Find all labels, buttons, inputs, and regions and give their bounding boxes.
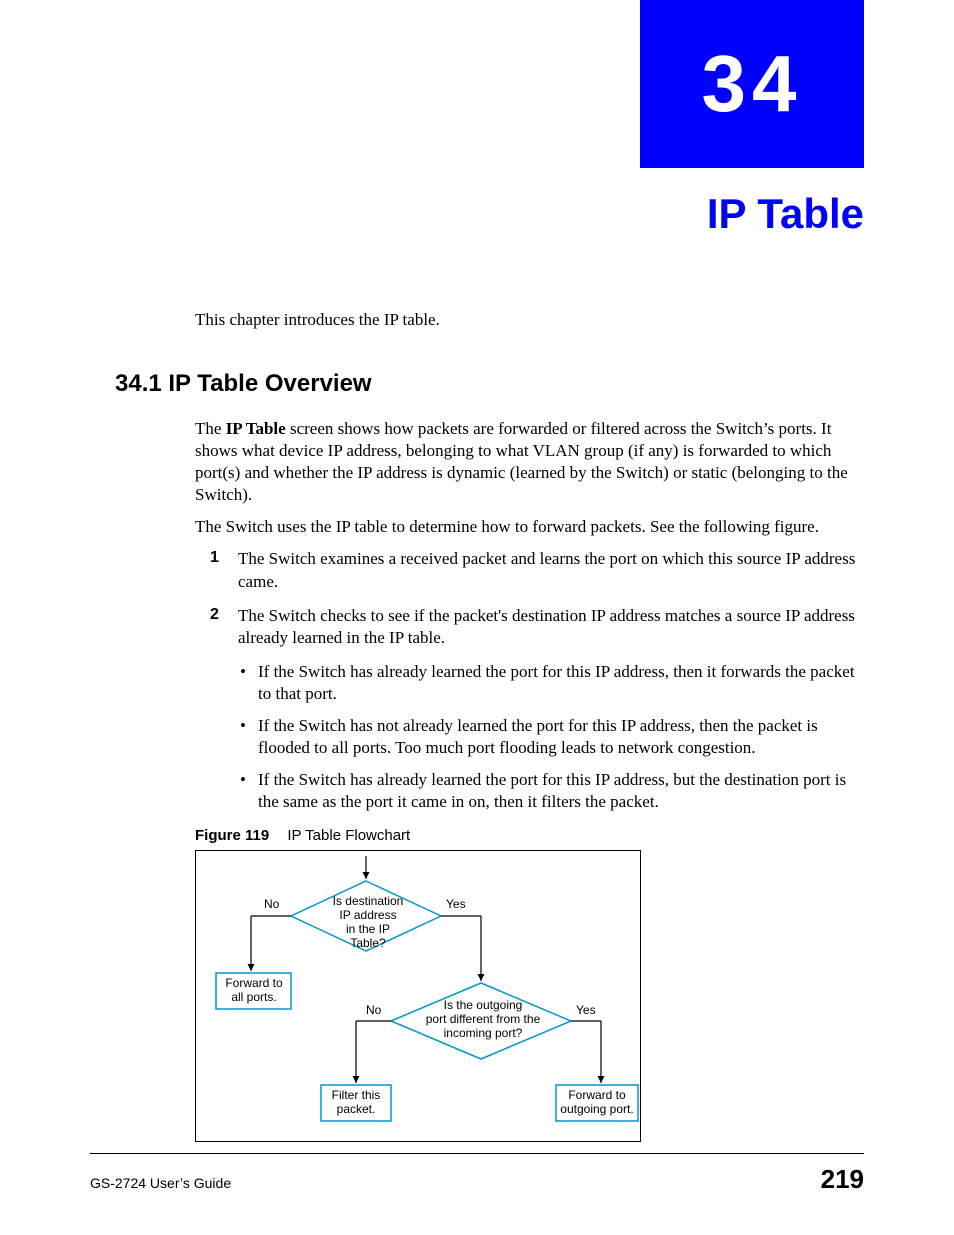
process-node: Forward to outgoing port. — [558, 1089, 636, 1117]
page-footer: GS-2724 User’s Guide 219 — [90, 1153, 864, 1195]
list-item: 1 The Switch examines a received packet … — [210, 548, 864, 592]
step-text: The Switch checks to see if the packet's… — [238, 606, 855, 647]
step-number: 1 — [210, 548, 219, 569]
step-text: The Switch examines a received packet an… — [238, 549, 855, 590]
edge-label-yes: Yes — [446, 898, 466, 912]
footer-doc-title: GS-2724 User’s Guide — [90, 1175, 231, 1191]
figure-number: Figure 119 — [195, 827, 269, 844]
figure-title: IP Table Flowchart — [287, 827, 410, 844]
figure-caption: Figure 119 IP Table Flowchart — [195, 827, 864, 844]
edge-label-no: No — [366, 1004, 381, 1018]
flowchart-diagram: Is destination IP address in the IP Tabl… — [195, 850, 641, 1142]
edge-label-yes: Yes — [576, 1004, 596, 1018]
process-node: Filter this packet. — [326, 1089, 386, 1117]
process-node: Forward to all ports. — [221, 977, 287, 1005]
bullet-list: If the Switch has already learned the po… — [240, 661, 864, 814]
step-number: 2 — [210, 605, 219, 626]
chapter-number: 34 — [702, 38, 803, 130]
chapter-number-block: 34 — [640, 0, 864, 168]
chapter-title: IP Table — [707, 190, 864, 238]
edge-label-no: No — [264, 898, 279, 912]
list-item: If the Switch has not already learned th… — [240, 715, 864, 759]
list-item: 2 The Switch checks to see if the packet… — [210, 605, 864, 649]
chapter-intro: This chapter introduces the IP table. — [195, 310, 864, 330]
section-paragraph-1: The IP Table screen shows how packets ar… — [195, 418, 864, 506]
ordered-steps: 1 The Switch examines a received packet … — [210, 548, 864, 648]
list-item: If the Switch has already learned the po… — [240, 769, 864, 813]
decision-node: Is the outgoing port different from the … — [423, 999, 543, 1040]
section-paragraph-2: The Switch uses the IP table to determin… — [195, 516, 864, 538]
list-item: If the Switch has already learned the po… — [240, 661, 864, 705]
section-heading: 34.1 IP Table Overview — [115, 370, 864, 398]
decision-node: Is destination IP address in the IP Tabl… — [328, 895, 408, 950]
page-number: 219 — [821, 1164, 864, 1195]
bold-term: IP Table — [226, 419, 286, 438]
